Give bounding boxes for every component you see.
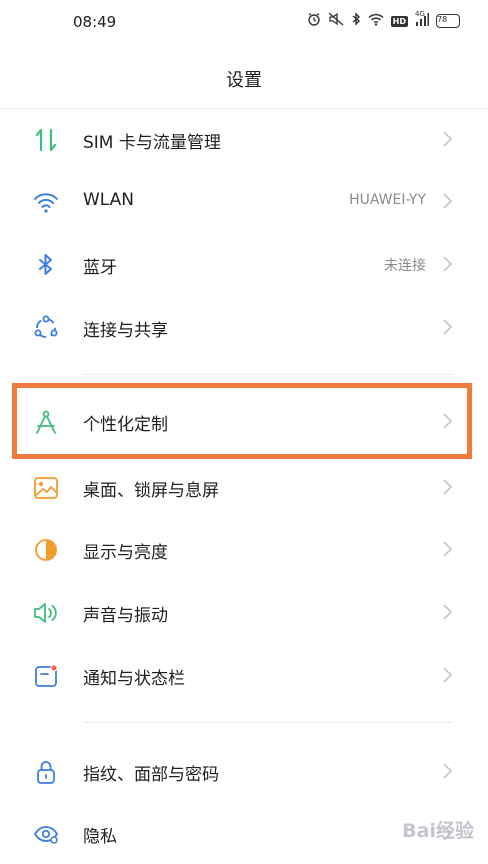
chevron-right-icon xyxy=(440,478,454,496)
chevron-right-icon xyxy=(440,318,454,336)
chevron-right-icon xyxy=(440,666,454,684)
settings-item-connect-share[interactable]: 连接与共享 xyxy=(0,296,488,358)
wifi-icon xyxy=(32,188,60,216)
chevron-right-icon xyxy=(440,603,454,621)
settings-item-bluetooth[interactable]: 蓝牙 未连接 xyxy=(0,233,488,295)
status-icons: HD 4G 78 xyxy=(307,10,460,30)
notification-icon xyxy=(32,662,60,690)
bluetooth-icon xyxy=(351,12,361,30)
chevron-right-icon xyxy=(440,192,454,210)
settings-item-label: SIM 卡与流量管理 xyxy=(83,133,221,153)
lock-icon xyxy=(32,758,60,786)
alarm-icon xyxy=(307,12,321,30)
settings-item-label: 指纹、面部与密码 xyxy=(83,765,219,785)
status-bar: 08:49 HD 4G 78 xyxy=(0,0,488,44)
settings-item-sim[interactable]: SIM 卡与流量管理 xyxy=(0,108,488,170)
settings-item-security[interactable]: 指纹、面部与密码 xyxy=(0,740,488,802)
settings-item-wlan[interactable]: WLAN HUAWEI-YY xyxy=(0,170,488,232)
settings-item-label: WLAN xyxy=(83,190,135,210)
settings-item-desktop[interactable]: 桌面、锁屏与息屏 xyxy=(0,456,488,518)
settings-item-sound[interactable]: 声音与振动 xyxy=(0,581,488,643)
section-divider xyxy=(83,722,453,723)
sim-data-icon xyxy=(32,126,60,154)
settings-item-label: 桌面、锁屏与息屏 xyxy=(83,481,219,501)
settings-item-label: 通知与状态栏 xyxy=(83,669,185,689)
battery-icon: 78 xyxy=(436,14,460,28)
settings-item-label: 隐私 xyxy=(83,827,117,847)
speaker-icon xyxy=(32,599,60,627)
settings-item-label: 声音与振动 xyxy=(83,606,168,626)
settings-item-notifications[interactable]: 通知与状态栏 xyxy=(0,644,488,706)
highlight-box xyxy=(12,383,472,459)
wallpaper-icon xyxy=(32,474,60,502)
chevron-right-icon xyxy=(440,540,454,558)
chevron-right-icon xyxy=(440,130,454,148)
page-title: 设置 xyxy=(226,70,262,91)
section-divider xyxy=(83,374,453,375)
wifi-icon xyxy=(368,13,384,30)
hd-icon: HD xyxy=(390,15,408,27)
wlan-value: HUAWEI-YY xyxy=(349,192,426,208)
settings-item-display[interactable]: 显示与亮度 xyxy=(0,518,488,580)
bluetooth-icon xyxy=(32,251,60,279)
status-time: 08:49 xyxy=(73,13,117,31)
chevron-right-icon xyxy=(440,762,454,780)
eye-icon xyxy=(32,820,60,848)
chevron-right-icon xyxy=(440,255,454,273)
settings-item-label: 显示与亮度 xyxy=(83,543,168,563)
share-icon xyxy=(32,314,60,342)
bluetooth-value: 未连接 xyxy=(384,258,426,274)
settings-item-label: 连接与共享 xyxy=(83,321,168,341)
signal-icon: 4G xyxy=(415,10,429,30)
watermark: Bai经验 xyxy=(402,820,474,842)
settings-item-label: 蓝牙 xyxy=(83,258,117,278)
brightness-icon xyxy=(32,536,60,564)
mute-icon xyxy=(328,12,344,30)
